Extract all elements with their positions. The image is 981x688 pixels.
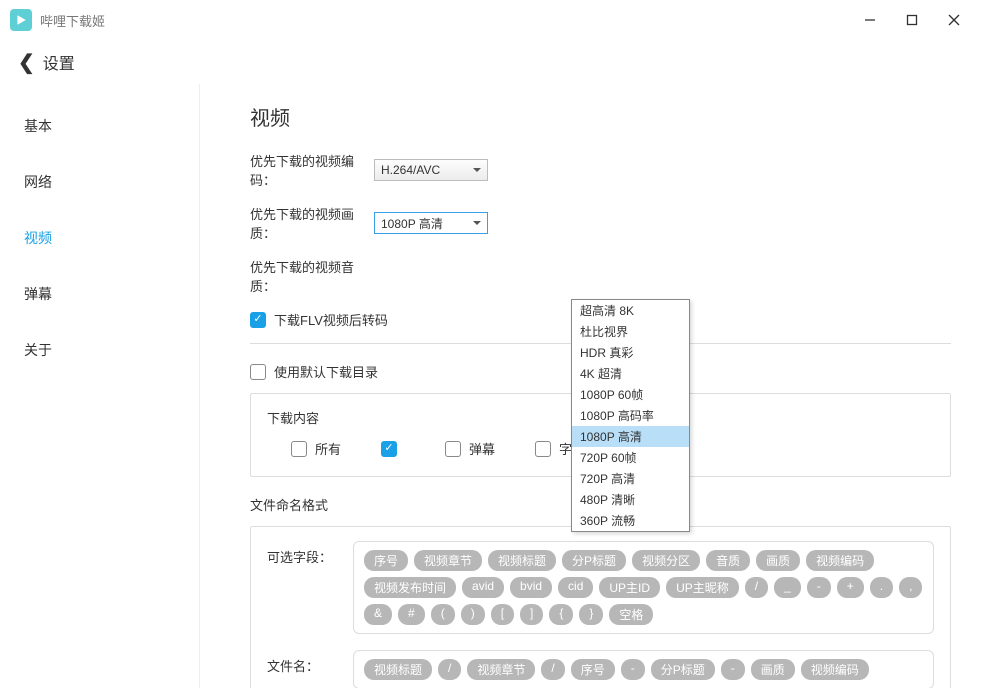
dropdown-option[interactable]: 360P 流畅 xyxy=(572,510,689,531)
content-checkbox[interactable] xyxy=(381,441,397,457)
field-chip[interactable]: [ xyxy=(491,604,514,625)
dropdown-option[interactable]: 1080P 高码率 xyxy=(572,405,689,426)
sidebar-item[interactable]: 弹幕 xyxy=(0,266,199,322)
dropdown-option[interactable]: HDR 真彩 xyxy=(572,342,689,363)
titlebar: 哔哩下载姬 xyxy=(0,0,981,40)
codec-select[interactable]: H.264/AVC xyxy=(374,159,488,181)
codec-label: 优先下载的视频编码： xyxy=(250,151,374,189)
sidebar-item[interactable]: 关于 xyxy=(0,322,199,378)
field-chip[interactable]: + xyxy=(837,577,864,598)
sidebar-item[interactable]: 视频 xyxy=(0,210,199,266)
default-dir-label: 使用默认下载目录 xyxy=(274,362,378,381)
field-chip[interactable]: # xyxy=(398,604,425,625)
field-chip[interactable]: / xyxy=(541,659,564,680)
content-checkbox[interactable] xyxy=(291,441,307,457)
field-chip[interactable]: _ xyxy=(774,577,801,598)
field-chip[interactable]: 分P标题 xyxy=(562,550,626,571)
page-title: 设置 xyxy=(43,50,75,74)
close-button[interactable] xyxy=(947,13,961,27)
field-chip[interactable]: 空格 xyxy=(609,604,653,625)
field-chip[interactable]: 序号 xyxy=(364,550,408,571)
filename-label: 文件名： xyxy=(267,650,353,675)
dropdown-option[interactable]: 720P 60帧 xyxy=(572,447,689,468)
dropdown-option[interactable]: 1080P 高清 xyxy=(572,426,689,447)
field-chip[interactable]: 视频编码 xyxy=(801,659,869,680)
sidebar: 基本网络视频弹幕关于 xyxy=(0,84,200,688)
dropdown-option[interactable]: 480P 清晰 xyxy=(572,489,689,510)
section-heading: 视频 xyxy=(250,102,951,131)
main-content: 视频 优先下载的视频编码： H.264/AVC 优先下载的视频画质： 1080P… xyxy=(200,84,981,688)
app-logo-icon xyxy=(10,9,32,31)
content-option xyxy=(381,439,405,458)
field-chip[interactable]: 视频章节 xyxy=(414,550,482,571)
field-chip[interactable]: 音质 xyxy=(706,550,750,571)
field-chip[interactable]: 视频编码 xyxy=(806,550,874,571)
field-chip[interactable]: 分P标题 xyxy=(651,659,715,680)
naming-box: 可选字段： 序号视频章节视频标题分P标题视频分区音质画质视频编码视频发布时间av… xyxy=(250,526,951,688)
content-option: 所有 xyxy=(291,439,341,458)
dropdown-option[interactable]: 1080P 60帧 xyxy=(572,384,689,405)
field-chip[interactable]: , xyxy=(899,577,922,598)
flv-convert-label: 下载FLV视频后转码 xyxy=(274,310,388,329)
maximize-button[interactable] xyxy=(905,13,919,27)
field-chip[interactable]: & xyxy=(364,604,392,625)
quality-label: 优先下载的视频画质： xyxy=(250,204,374,242)
field-chip[interactable]: avid xyxy=(462,577,504,598)
field-chip[interactable]: 画质 xyxy=(751,659,795,680)
sidebar-item[interactable]: 基本 xyxy=(0,98,199,154)
field-chip[interactable]: - xyxy=(621,659,645,680)
content-option-label: 弹幕 xyxy=(469,439,495,458)
dropdown-option[interactable]: 720P 高清 xyxy=(572,468,689,489)
content-option: 弹幕 xyxy=(445,439,495,458)
field-chip[interactable]: - xyxy=(721,659,745,680)
field-chip[interactable]: 视频发布时间 xyxy=(364,577,456,598)
optional-fields-label: 可选字段： xyxy=(267,541,353,566)
sidebar-item[interactable]: 网络 xyxy=(0,154,199,210)
audio-label: 优先下载的视频音质： xyxy=(250,257,374,295)
field-chip[interactable]: 序号 xyxy=(571,659,615,680)
filename-chipbox: 视频标题/视频章节/序号-分P标题-画质视频编码 xyxy=(353,650,934,688)
flv-convert-checkbox[interactable] xyxy=(250,312,266,328)
field-chip[interactable]: 画质 xyxy=(756,550,800,571)
field-chip[interactable]: / xyxy=(438,659,461,680)
content-checkbox[interactable] xyxy=(445,441,461,457)
field-chip[interactable]: - xyxy=(807,577,831,598)
field-chip[interactable]: ) xyxy=(461,604,485,625)
field-chip[interactable]: bvid xyxy=(510,577,552,598)
content-option-label: 所有 xyxy=(315,439,341,458)
field-chip[interactable]: cid xyxy=(558,577,593,598)
app-title: 哔哩下载姬 xyxy=(40,11,105,30)
quality-select[interactable]: 1080P 高清 xyxy=(374,212,488,234)
dropdown-option[interactable]: 杜比视界 xyxy=(572,321,689,342)
field-chip[interactable]: 视频章节 xyxy=(467,659,535,680)
field-chip[interactable]: 视频标题 xyxy=(488,550,556,571)
dropdown-option[interactable]: 超高清 8K xyxy=(572,300,689,321)
field-chip[interactable]: 视频标题 xyxy=(364,659,432,680)
field-chip[interactable]: { xyxy=(549,604,573,625)
content-checkbox[interactable] xyxy=(535,441,551,457)
page-header: ❮ 设置 xyxy=(0,40,981,84)
field-chip[interactable]: / xyxy=(745,577,768,598)
field-chip[interactable]: UP主昵称 xyxy=(666,577,739,598)
field-chip[interactable]: } xyxy=(579,604,603,625)
dropdown-option[interactable]: 4K 超清 xyxy=(572,363,689,384)
default-dir-checkbox[interactable] xyxy=(250,364,266,380)
field-chip[interactable]: ] xyxy=(520,604,543,625)
field-chip[interactable]: ( xyxy=(431,604,455,625)
field-chip[interactable]: 视频分区 xyxy=(632,550,700,571)
back-icon[interactable]: ❮ xyxy=(18,50,35,75)
optional-fields-chipbox: 序号视频章节视频标题分P标题视频分区音质画质视频编码视频发布时间 avid bvid… xyxy=(353,541,934,634)
minimize-button[interactable] xyxy=(863,13,877,27)
quality-dropdown[interactable]: 超高清 8K杜比视界HDR 真彩4K 超清1080P 60帧1080P 高码率1… xyxy=(571,299,690,532)
field-chip[interactable]: . xyxy=(870,577,893,598)
field-chip[interactable]: UP主ID xyxy=(599,577,660,598)
